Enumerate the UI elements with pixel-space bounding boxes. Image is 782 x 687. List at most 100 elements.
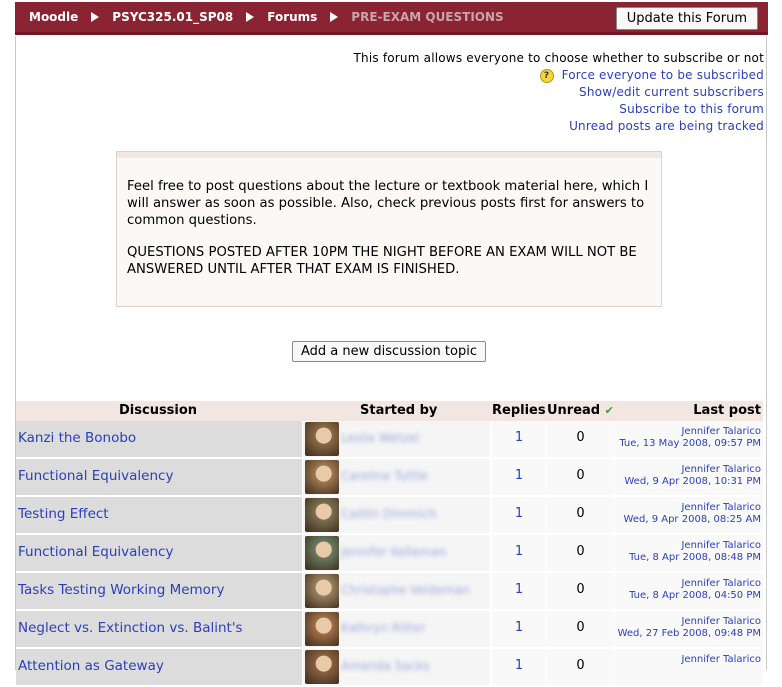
discussion-table: Discussion Started by Replies Unread ✔ L… — [16, 401, 763, 687]
last-post-cell: Jennifer Talarico Wed, 9 Apr 2008, 10:31 … — [615, 459, 763, 495]
discussion-cell: Kanzi the Bonobo — [16, 421, 302, 457]
checkmark-icon: ✔ — [604, 404, 614, 417]
forum-intro-box: Feel free to post questions about the le… — [116, 151, 662, 307]
last-post-date-link[interactable]: Tue, 8 Apr 2008, 04:50 PM — [629, 590, 761, 601]
discussion-link[interactable]: Functional Equivalency — [18, 468, 173, 484]
discussion-cell: Neglect vs. Extinction vs. Balint's — [16, 611, 302, 647]
intro-paragraph: Feel free to post questions about the le… — [127, 179, 649, 228]
table-header: Discussion Started by Replies Unread ✔ L… — [16, 401, 763, 421]
last-post-date-link[interactable]: Wed, 27 Feb 2008, 09:48 PM — [618, 628, 761, 639]
replies-count-link[interactable]: 1 — [515, 658, 523, 673]
avatar[interactable] — [305, 650, 339, 684]
replies-count-link[interactable]: 1 — [515, 468, 523, 483]
avatar[interactable] — [305, 536, 339, 570]
breadcrumb-forums[interactable]: Forums — [267, 10, 317, 24]
started-by-cell: Amanda Sacks — [303, 649, 490, 685]
last-post-author-link[interactable]: Jennifer Talarico — [681, 654, 761, 665]
unread-count: 0 — [576, 544, 585, 559]
avatar[interactable] — [305, 498, 339, 532]
unread-cell: 0 — [547, 459, 614, 495]
discussion-cell: Attention as Gateway — [16, 649, 302, 685]
update-forum-button[interactable]: Update this Forum — [615, 7, 758, 30]
header-replies[interactable]: Replies — [492, 401, 546, 421]
replies-cell: 1 — [492, 573, 546, 609]
discussion-link[interactable]: Kanzi the Bonobo — [18, 430, 136, 446]
replies-count-link[interactable]: 1 — [515, 582, 523, 597]
unread-tracking-link[interactable]: Unread posts are being tracked — [569, 119, 764, 133]
force-subscribe-link[interactable]: Force everyone to be subscribed — [562, 68, 764, 82]
show-edit-subscribers-link[interactable]: Show/edit current subscribers — [579, 85, 764, 99]
last-post-author-link[interactable]: Jennifer Talarico — [681, 426, 761, 437]
header-discussion[interactable]: Discussion — [119, 401, 197, 421]
subscription-note: This forum allows everyone to choose whe… — [353, 51, 764, 65]
subscribe-forum-link[interactable]: Subscribe to this forum — [619, 102, 764, 116]
navbar: Moodle PSYC325.01_SP08 Forums PRE-EXAM Q… — [15, 2, 768, 35]
header-last-post[interactable]: Last post — [693, 401, 761, 421]
last-post-author-link[interactable]: Jennifer Talarico — [681, 578, 761, 589]
avatar[interactable] — [305, 460, 339, 494]
starter-name-link[interactable]: Caitlin Dimmich — [341, 507, 436, 521]
unread-count: 0 — [576, 430, 585, 445]
started-by-cell: Jennifer Kelleman — [303, 535, 490, 571]
unread-count: 0 — [576, 620, 585, 635]
last-post-date-link[interactable]: Wed, 9 Apr 2008, 10:31 PM — [624, 476, 761, 487]
add-discussion-button[interactable]: Add a new discussion topic — [292, 341, 486, 362]
table-row: Tasks Testing Working Memory Christophe V… — [16, 573, 763, 611]
breadcrumb-moodle[interactable]: Moodle — [29, 10, 78, 24]
discussion-cell: Testing Effect — [16, 497, 302, 533]
unread-count: 0 — [576, 468, 585, 483]
last-post-date-link[interactable]: Wed, 9 Apr 2008, 08:25 AM — [624, 514, 761, 525]
table-row: Neglect vs. Extinction vs. Balint's Kathr… — [16, 611, 763, 649]
table-row: Testing Effect Caitlin Dimmich 1 0 Jennifer … — [16, 497, 763, 535]
replies-count-link[interactable]: 1 — [515, 430, 523, 445]
replies-count-link[interactable]: 1 — [515, 620, 523, 635]
starter-name-link[interactable]: Kathryn Ritter — [341, 621, 425, 635]
last-post-cell: Jennifer Talarico Tue, 8 Apr 2008, 08:48 … — [615, 535, 763, 571]
replies-count-link[interactable]: 1 — [515, 506, 523, 521]
unread-cell: 0 — [547, 535, 614, 571]
last-post-cell: Jennifer Talarico Wed, 27 Feb 2008, 09:48… — [615, 611, 763, 647]
replies-cell: 1 — [492, 459, 546, 495]
table-row: Functional Equivalency Caroline Tuttle 1 0 J… — [16, 459, 763, 497]
avatar[interactable] — [305, 422, 339, 456]
table-body: Kanzi the Bonobo Leslie Wetzel 1 0 Jennifer … — [16, 421, 763, 687]
triangle-right-icon — [330, 12, 339, 22]
last-post-author-link[interactable]: Jennifer Talarico — [681, 540, 761, 551]
breadcrumb: Moodle PSYC325.01_SP08 Forums PRE-EXAM Q… — [15, 10, 504, 24]
header-unread[interactable]: Unread ✔ — [547, 401, 614, 421]
help-icon[interactable]: ? — [539, 68, 554, 83]
starter-name-link[interactable]: Leslie Wetzel — [341, 431, 419, 445]
discussion-link[interactable]: Neglect vs. Extinction vs. Balint's — [18, 620, 243, 636]
replies-count-link[interactable]: 1 — [515, 544, 523, 559]
avatar[interactable] — [305, 612, 339, 646]
replies-cell: 1 — [492, 497, 546, 533]
starter-name-link[interactable]: Amanda Sacks — [341, 659, 429, 673]
breadcrumb-current-forum: PRE-EXAM QUESTIONS — [351, 10, 504, 24]
breadcrumb-course[interactable]: PSYC325.01_SP08 — [112, 10, 233, 24]
started-by-cell: Christophe Veldeman — [303, 573, 490, 609]
last-post-cell: Jennifer Talarico Wed, 9 Apr 2008, 08:25 … — [615, 497, 763, 533]
unread-cell: 0 — [547, 421, 614, 457]
unread-count: 0 — [576, 582, 585, 597]
header-started-by[interactable]: Started by — [360, 401, 437, 421]
discussion-link[interactable]: Testing Effect — [18, 506, 109, 522]
last-post-author-link[interactable]: Jennifer Talarico — [681, 616, 761, 627]
started-by-cell: Leslie Wetzel — [303, 421, 490, 457]
replies-cell: 1 — [492, 421, 546, 457]
page-gutter — [0, 0, 15, 670]
starter-name-link[interactable]: Christophe Veldeman — [341, 583, 470, 597]
unread-cell: 0 — [547, 611, 614, 647]
avatar[interactable] — [305, 574, 339, 608]
starter-name-link[interactable]: Jennifer Kelleman — [341, 545, 446, 559]
discussion-link[interactable]: Functional Equivalency — [18, 544, 173, 560]
replies-cell: 1 — [492, 649, 546, 685]
table-row: Kanzi the Bonobo Leslie Wetzel 1 0 Jennifer … — [16, 421, 763, 459]
last-post-author-link[interactable]: Jennifer Talarico — [681, 464, 761, 475]
last-post-author-link[interactable]: Jennifer Talarico — [681, 502, 761, 513]
last-post-date-link[interactable]: Tue, 8 Apr 2008, 08:48 PM — [629, 552, 761, 563]
discussion-link[interactable]: Attention as Gateway — [18, 658, 164, 674]
discussion-link[interactable]: Tasks Testing Working Memory — [18, 582, 224, 598]
starter-name-link[interactable]: Caroline Tuttle — [341, 469, 427, 483]
started-by-cell: Kathryn Ritter — [303, 611, 490, 647]
last-post-date-link[interactable]: Tue, 13 May 2008, 09:57 PM — [619, 438, 761, 449]
